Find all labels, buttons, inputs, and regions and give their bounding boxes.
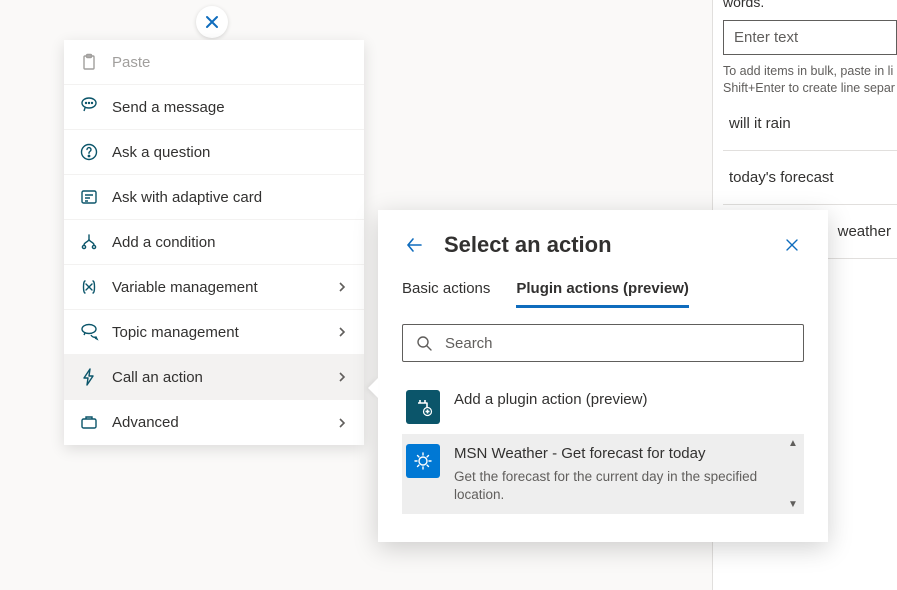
back-button[interactable] [402,233,426,257]
action-tabs: Basic actions Plugin actions (preview) [402,280,804,308]
topic-icon [78,321,100,343]
paste-icon [78,51,100,73]
action-row-title: Add a plugin action (preview) [454,390,800,410]
chevron-right-icon [334,279,350,295]
condition-icon [78,231,100,253]
menu-item-label: Paste [112,54,350,71]
menu-item-label: Topic management [112,324,334,341]
enter-text-input[interactable]: Enter text [723,20,897,55]
chevron-right-icon [334,324,350,340]
close-node-button[interactable] [196,6,228,38]
close-icon [204,14,220,30]
menu-item-topic-management[interactable]: Topic management [64,310,364,355]
scroll-indicator[interactable]: ▲ ▼ [788,434,802,514]
chevron-right-icon [334,415,350,431]
action-row-title: MSN Weather - Get forecast for today [454,444,800,464]
menu-item-variable-management[interactable]: Variable management [64,265,364,310]
menu-item-paste: Paste [64,40,364,85]
menu-item-send-message[interactable]: Send a message [64,85,364,130]
action-panel-header: Select an action [402,232,804,258]
message-icon [78,96,100,118]
menu-item-label: Call an action [112,369,334,386]
action-panel-title: Select an action [444,232,780,258]
chevron-right-icon [334,369,350,385]
close-icon [784,237,800,253]
arrow-left-icon [405,236,423,254]
action-row-add-plugin[interactable]: Add a plugin action (preview) [402,380,804,434]
node-context-menu: Paste Send a message Ask a question Ask … [64,40,364,445]
menu-item-label: Add a condition [112,234,350,251]
card-icon [78,186,100,208]
trigger-phrase-item[interactable]: will it rain [723,97,897,151]
truncated-label: words. [723,0,897,10]
menu-item-label: Ask with adaptive card [112,189,350,206]
menu-item-label: Send a message [112,99,350,116]
scroll-down-icon: ▼ [788,499,802,510]
action-icon [78,366,100,388]
menu-item-advanced[interactable]: Advanced [64,400,364,445]
bulk-hint: To add items in bulk, paste in li Shift+… [723,63,897,97]
menu-item-ask-question[interactable]: Ask a question [64,130,364,175]
menu-item-call-action[interactable]: Call an action [64,355,364,400]
variable-icon [78,276,100,298]
search-icon [415,334,433,352]
close-button[interactable] [780,233,804,257]
action-search-box[interactable] [402,324,804,362]
menu-item-label: Variable management [112,279,334,296]
question-icon [78,141,100,163]
menu-item-label: Ask a question [112,144,350,161]
menu-item-adaptive-card[interactable]: Ask with adaptive card [64,175,364,220]
select-action-panel: Select an action Basic actions Plugin ac… [378,210,828,542]
search-input[interactable] [443,334,791,353]
tab-plugin-actions[interactable]: Plugin actions (preview) [516,280,689,308]
advanced-icon [78,412,100,434]
menu-item-add-condition[interactable]: Add a condition [64,220,364,265]
tab-basic-actions[interactable]: Basic actions [402,280,490,308]
menu-item-label: Advanced [112,414,334,431]
action-row-msn-weather[interactable]: MSN Weather - Get forecast for today Get… [402,434,804,514]
trigger-phrase-item[interactable]: today's forecast [723,151,897,205]
plugin-add-icon [406,390,440,424]
action-row-desc: Get the forecast for the current day in … [454,468,764,504]
weather-icon [406,444,440,478]
scroll-up-icon: ▲ [788,438,802,449]
